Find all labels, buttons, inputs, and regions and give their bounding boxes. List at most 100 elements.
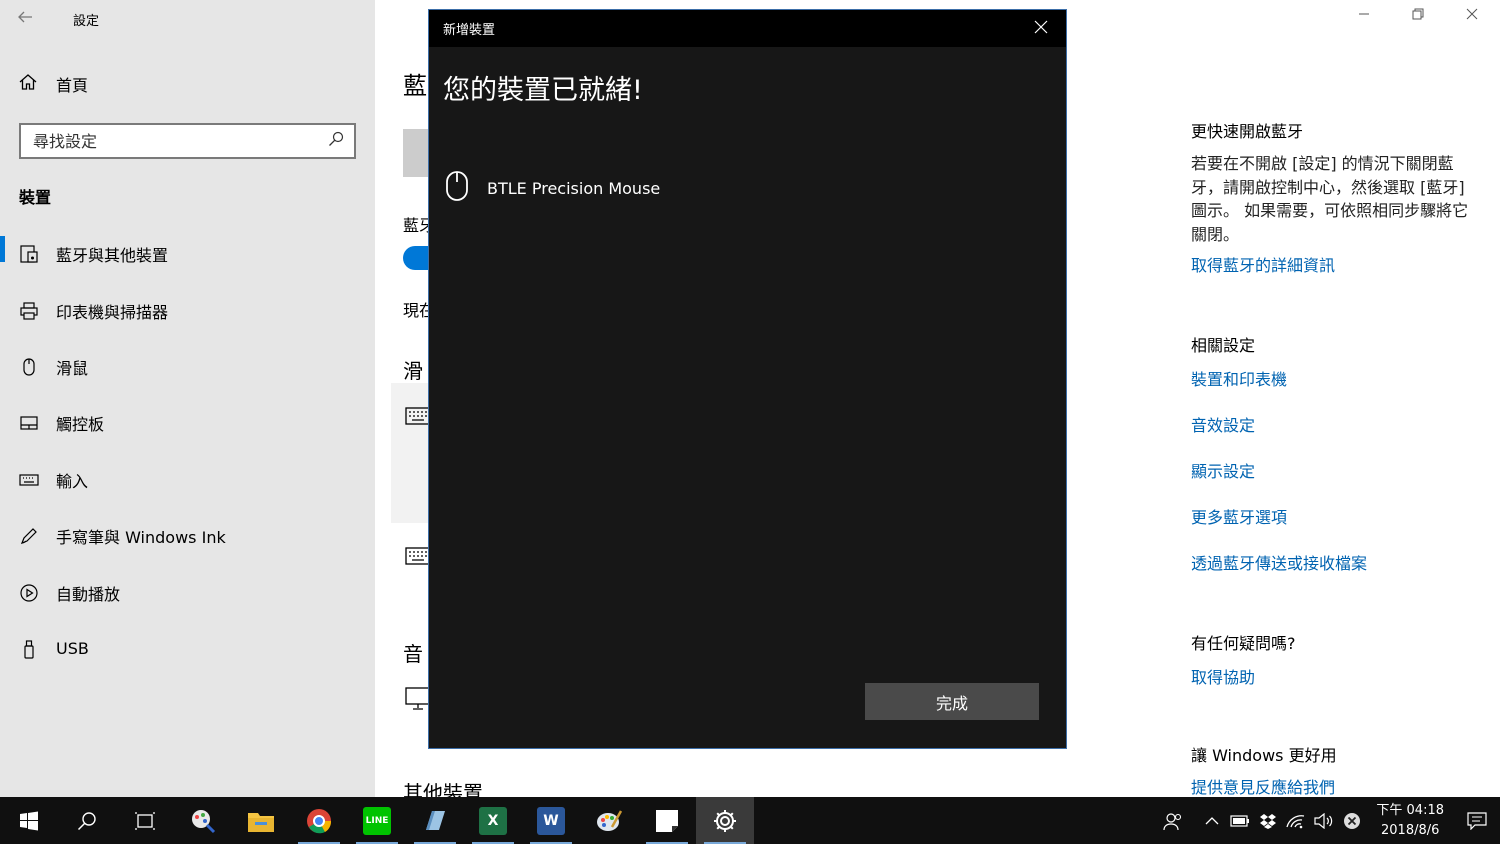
notification-center-icon[interactable]	[1454, 797, 1500, 844]
gear-icon	[711, 807, 739, 835]
search-taskbar-button[interactable]	[58, 797, 116, 844]
pen-icon	[18, 525, 40, 547]
sidebar-item-label: 自動播放	[56, 584, 121, 604]
autoplay-icon	[18, 582, 40, 604]
restore-button[interactable]	[1406, 8, 1430, 24]
dropbox-icon[interactable]	[1254, 797, 1282, 844]
sidebar-item-label: 觸控板	[56, 415, 105, 435]
dialog-title: 新增裝置	[443, 23, 496, 38]
windows-logo-icon	[20, 811, 38, 830]
quick-text: 若要在不開啟 [設定] 的情況下關閉藍牙，請開啟控制中心，然後選取 [藍牙] 圖…	[1191, 154, 1469, 244]
related-heading: 相關設定	[1191, 336, 1256, 355]
sidebar-item-printers[interactable]: 印表機與掃描器	[0, 282, 375, 338]
sidebar-item-label: 輸入	[56, 471, 89, 491]
search-icon	[77, 811, 96, 830]
sidebar-item-typing[interactable]: 輸入	[0, 452, 375, 508]
wifi-icon[interactable]	[1282, 797, 1310, 844]
taskbar-clock[interactable]: 下午 04:18 2018/8/6	[1366, 801, 1454, 841]
sidebar-nav: 藍牙與其他裝置 印表機與掃描器 滑鼠 觸控板 輸入 手寫筆與 Windows I…	[0, 226, 375, 677]
sidebar-item-label: 印表機與掃描器	[56, 302, 169, 322]
home-label: 首頁	[56, 76, 89, 95]
system-tray: 下午 04:18 2018/8/6	[1148, 797, 1500, 844]
start-button[interactable]	[0, 797, 58, 844]
bluetooth-info-link[interactable]: 取得藍牙的詳細資訊	[1191, 252, 1471, 276]
mouse-icon	[18, 356, 40, 378]
folder-app-icon	[247, 807, 275, 835]
get-help-link[interactable]: 取得協助	[1191, 664, 1471, 688]
sidebar-item-label: 滑鼠	[56, 358, 89, 378]
sidebar-item-label: USB	[56, 639, 89, 659]
taskbar-app-notepad[interactable]	[406, 797, 464, 844]
sidebar-item-mouse[interactable]: 滑鼠	[0, 339, 375, 395]
settings-sidebar: 設定 首頁 裝置 藍牙與其他裝置 印表機與掃描器	[0, 0, 375, 797]
notepad-app-icon	[421, 807, 449, 835]
clock-date: 2018/8/6	[1381, 822, 1440, 838]
close-icon[interactable]	[1030, 18, 1052, 39]
feedback-link[interactable]: 提供意見反應給我們	[1191, 774, 1471, 798]
sidebar-item-autoplay[interactable]: 自動播放	[0, 564, 375, 620]
search-box[interactable]	[19, 123, 356, 159]
app-title: 設定	[73, 14, 100, 29]
excel-app-icon: X	[479, 806, 507, 835]
sidebar-item-label: 手寫筆與 Windows Ink	[56, 528, 226, 548]
volume-icon[interactable]	[1310, 797, 1338, 844]
sidebar-item-bluetooth[interactable]: 藍牙與其他裝置	[0, 226, 375, 282]
line-app-icon: LINE	[363, 806, 391, 835]
audio-section-partial: 音	[403, 642, 423, 666]
clock-time: 下午 04:18	[1376, 802, 1444, 818]
sound-settings-link[interactable]: 音效設定	[1191, 412, 1471, 436]
people-icon[interactable]	[1148, 797, 1198, 844]
send-receive-files-link[interactable]: 透過藍牙傳送或接收檔案	[1191, 550, 1471, 574]
palette-app-icon	[595, 807, 623, 835]
usb-icon	[18, 638, 40, 660]
home-nav-item[interactable]: 首頁	[18, 72, 88, 96]
sidebar-item-pen[interactable]: 手寫筆與 Windows Ink	[0, 508, 375, 564]
more-bluetooth-options-link[interactable]: 更多藍牙選項	[1191, 504, 1471, 528]
printer-icon	[18, 300, 40, 322]
search-icon[interactable]	[328, 131, 344, 151]
taskbar-app-settings[interactable]	[696, 797, 754, 844]
display-settings-link[interactable]: 顯示設定	[1191, 458, 1471, 482]
chrome-app-icon	[305, 807, 333, 835]
taskbar-app-word[interactable]: W	[522, 797, 580, 844]
search-input[interactable]	[33, 131, 313, 151]
add-device-dialog: 新增裝置 您的裝置已就緒! BTLE Precision Mouse 完成	[428, 9, 1067, 749]
dialog-titlebar: 新增裝置	[429, 10, 1066, 47]
keyboard-icon	[18, 469, 40, 491]
touchpad-icon	[18, 412, 40, 434]
sidebar-item-label: 藍牙與其他裝置	[56, 246, 169, 266]
taskbar: LINE X W 下午 04:18 2018/8/6	[0, 797, 1500, 844]
bluetooth-devices-icon	[18, 243, 40, 265]
task-view-icon	[135, 811, 155, 830]
improve-heading: 讓 Windows 更好用	[1191, 746, 1337, 765]
taskbar-app-line[interactable]: LINE	[348, 797, 406, 844]
sidebar-item-usb[interactable]: USB	[0, 621, 375, 677]
taskbar-app-chrome[interactable]	[290, 797, 348, 844]
paint3d-app-icon	[189, 807, 217, 835]
mouse-section-partial: 滑	[403, 359, 423, 383]
paired-device-item: BTLE Precision Mouse	[445, 170, 660, 206]
disconnected-icon[interactable]	[1338, 797, 1366, 844]
page-title-partial: 藍	[403, 72, 427, 100]
taskbar-app-excel[interactable]: X	[464, 797, 522, 844]
taskbar-app-sticky-notes[interactable]	[638, 797, 696, 844]
devices-printers-link[interactable]: 裝置和印表機	[1191, 366, 1471, 390]
taskbar-app-explorer[interactable]	[232, 797, 290, 844]
taskbar-app-paint[interactable]	[580, 797, 638, 844]
word-app-icon: W	[537, 806, 565, 835]
home-icon	[18, 72, 38, 96]
sidebar-item-touchpad[interactable]: 觸控板	[0, 395, 375, 451]
close-window-button[interactable]	[1460, 8, 1484, 24]
chevron-up-icon[interactable]	[1198, 797, 1226, 844]
sticky-notes-app-icon	[653, 807, 681, 835]
section-title: 裝置	[19, 188, 52, 207]
battery-icon[interactable]	[1226, 797, 1254, 844]
device-name: BTLE Precision Mouse	[487, 178, 661, 198]
minimize-button[interactable]	[1352, 8, 1376, 24]
back-arrow-icon[interactable]	[16, 8, 40, 30]
taskbar-app-paint3d[interactable]	[174, 797, 232, 844]
quick-heading: 更快速開啟藍牙	[1191, 122, 1304, 141]
mouse-icon	[445, 170, 469, 206]
done-button[interactable]: 完成	[865, 683, 1039, 720]
task-view-button[interactable]	[116, 797, 174, 844]
